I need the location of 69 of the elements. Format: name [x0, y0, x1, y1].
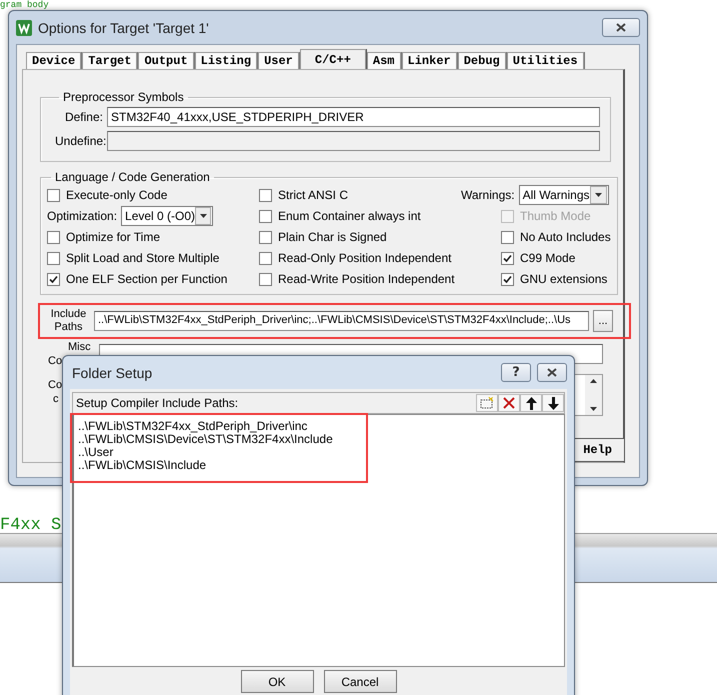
new-folder-icon — [480, 397, 494, 409]
down-arrow-icon — [590, 407, 597, 411]
tab[interactable]: Listing — [194, 52, 258, 69]
checkbox-option[interactable]: C99 Mode — [501, 249, 611, 267]
header-label: Setup Compiler Include Paths: — [76, 396, 240, 410]
tab[interactable]: Output — [138, 52, 194, 69]
text-field[interactable]: ..\FWLib\STM32F4xx_StdPeriph_Driver\inc;..\FWLib\CMSIS\Device\ST\STM32F4xx\Include;..\Us — [94, 311, 589, 331]
field-label: Co — [48, 378, 62, 392]
checkbox-option[interactable]: Execute-only Code — [47, 186, 259, 204]
group-title: Preprocessor Symbols — [62, 90, 185, 104]
dropdown-select[interactable]: All Warnings — [518, 185, 609, 205]
new-folder-button[interactable] — [476, 394, 498, 412]
tab[interactable]: User — [258, 52, 299, 69]
dialog-button[interactable]: Cancel — [324, 670, 396, 693]
close-button[interactable] — [602, 18, 640, 37]
move-up-button[interactable] — [520, 394, 542, 412]
select-label: Optimization: — [47, 209, 118, 223]
delete-icon — [503, 397, 515, 409]
field-label: Co — [48, 354, 62, 368]
down-arrow-icon — [548, 396, 558, 410]
field-label: Include Paths — [50, 308, 88, 334]
tab[interactable]: Target — [82, 52, 138, 69]
tab[interactable]: Asm — [366, 52, 401, 69]
tab[interactable]: Utilities — [506, 52, 584, 69]
close-icon — [616, 23, 626, 32]
check-icon — [503, 254, 512, 262]
browse-button[interactable]: ... — [593, 310, 613, 332]
tab[interactable]: Device — [26, 52, 82, 69]
checkbox-option[interactable]: Read-Only Position Independent — [259, 249, 461, 267]
tab[interactable]: Linker — [402, 52, 457, 69]
checkbox-option[interactable]: No Auto Includes — [501, 228, 611, 246]
tab[interactable]: Debug — [458, 52, 506, 69]
up-arrow-icon — [526, 396, 536, 410]
help-button[interactable]: ? — [501, 363, 531, 382]
checkbox-option[interactable]: Optimize for Time — [47, 228, 259, 246]
checkbox-option[interactable]: Enum Container always int — [259, 207, 461, 225]
dialog-button[interactable]: OK — [240, 670, 314, 693]
field-label: c — [53, 392, 58, 406]
tab[interactable]: C/C++ — [300, 49, 366, 69]
window-title: Options for Target 'Target 1' — [38, 20, 210, 36]
scrollbar[interactable] — [585, 375, 602, 415]
checkbox-option[interactable]: One ELF Section per Function — [47, 270, 259, 288]
field-label: Misc — [68, 340, 91, 354]
dropdown-select[interactable]: Level 0 (-O0) — [121, 206, 214, 226]
text-field[interactable]: STM32F40_41xxx,USE_STDPERIPH_DRIVER — [107, 107, 600, 127]
close-icon — [547, 368, 557, 377]
delete-button[interactable] — [498, 394, 520, 412]
close-button[interactable] — [537, 363, 567, 382]
list-item[interactable]: ..\FWLib\CMSIS\Include — [78, 459, 560, 472]
field-label: Undefine: — [55, 134, 103, 148]
down-arrow-icon — [594, 193, 602, 197]
checkbox-option[interactable]: GNU extensions — [501, 270, 611, 288]
app-icon — [16, 20, 32, 36]
down-arrow-icon — [200, 214, 207, 218]
check-icon — [49, 274, 58, 284]
field-label: Define: — [64, 110, 103, 124]
move-down-button[interactable] — [542, 394, 564, 412]
select-label: Warnings: — [461, 188, 515, 202]
code-text: gram body — [0, 0, 49, 11]
code-text: F4xx S — [0, 517, 62, 534]
window-title: Folder Setup — [71, 364, 154, 380]
checkbox-option[interactable]: Plain Char is Signed — [259, 228, 461, 246]
group-title: Language / Code Generation — [54, 170, 211, 184]
check-icon — [503, 274, 512, 284]
up-arrow-icon — [590, 379, 597, 383]
checkbox-option[interactable]: Split Load and Store Multiple — [47, 249, 259, 267]
checkbox-option[interactable]: Strict ANSI C — [259, 186, 461, 204]
list-item[interactable]: ..\FWLib\STM32F4xx_StdPeriph_Driver\inc — [78, 420, 560, 433]
checkbox-option[interactable]: Read-Write Position Independent — [259, 270, 461, 288]
